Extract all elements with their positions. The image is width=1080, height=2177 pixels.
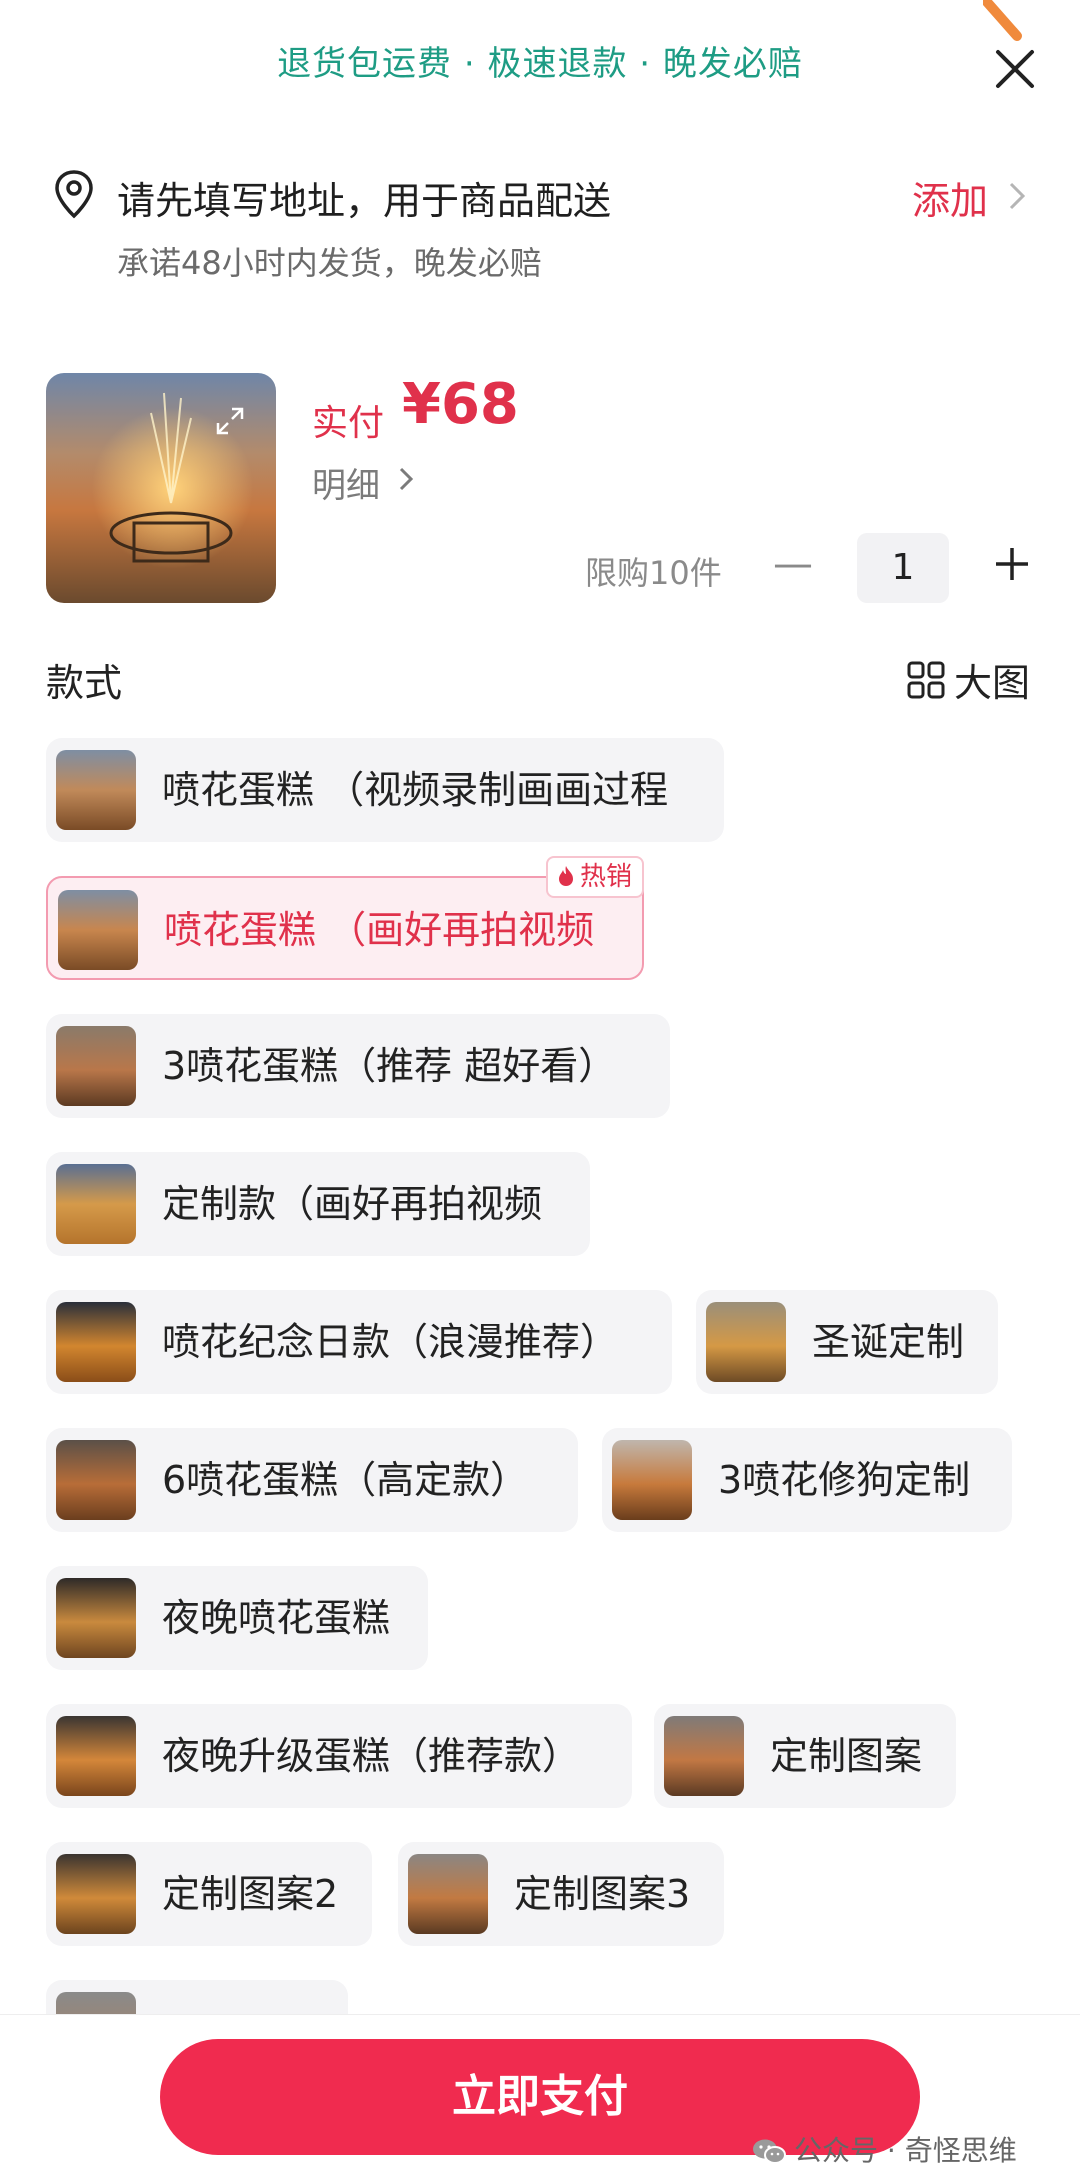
style-option[interactable]: 夜晚升级蛋糕（推荐款）: [46, 1704, 632, 1808]
style-option[interactable]: 定制图案: [654, 1704, 956, 1808]
style-option[interactable]: 定制图案2: [46, 1842, 372, 1946]
style-option-selected[interactable]: 喷花蛋糕 （画好再拍视频 热销: [46, 856, 644, 980]
option-thumbnail: [56, 1302, 136, 1382]
price-label: 实付: [312, 403, 385, 444]
option-thumbnail: [56, 750, 136, 830]
option-label: 3喷花蛋糕（推荐 超好看）: [162, 1044, 617, 1088]
wechat-icon: [753, 2139, 786, 2164]
option-thumbnail: [58, 890, 138, 970]
option-thumbnail: [56, 1440, 136, 1520]
option-thumbnail: [56, 1026, 136, 1106]
option-thumbnail: [56, 1164, 136, 1244]
hot-sale-badge: 热销: [545, 856, 644, 898]
option-label: 夜晚喷花蛋糕: [162, 1596, 391, 1640]
option-label: 6喷花蛋糕（高定款）: [162, 1458, 529, 1502]
product-summary: 实付 ¥68 明细 限购10件 — 1: [0, 370, 1080, 610]
quantity-value[interactable]: 1: [857, 533, 949, 603]
style-option[interactable]: 6喷花蛋糕（高定款）: [46, 1428, 578, 1532]
option-label: 3喷花修狗定制: [718, 1458, 971, 1502]
grid-icon[interactable]: [906, 660, 946, 700]
style-option[interactable]: 定制图案3: [398, 1842, 724, 1946]
hot-sale-label: 热销: [579, 862, 632, 892]
top-bar: 退货包运费 · 极速退款 · 晚发必赔: [0, 0, 1080, 135]
option-thumbnail: [706, 1302, 786, 1382]
option-label: 夜晚升级蛋糕（推荐款）: [162, 1734, 581, 1778]
close-icon[interactable]: [990, 44, 1040, 94]
add-address-button[interactable]: 添加: [912, 170, 988, 225]
location-pin-icon: [55, 170, 93, 219]
style-option[interactable]: 夜晚喷花蛋糕: [46, 1566, 428, 1670]
expand-icon[interactable]: [214, 405, 246, 437]
option-thumbnail: [56, 1716, 136, 1796]
chevron-right-icon: [399, 467, 414, 491]
option-label: 定制款（画好再拍视频: [162, 1182, 543, 1226]
style-option[interactable]: 3喷花蛋糕（推荐 超好看）: [46, 1014, 670, 1118]
option-label: 喷花蛋糕 （视频录制画画过程: [162, 768, 669, 812]
option-thumbnail: [664, 1716, 744, 1796]
option-thumbnail: [56, 1854, 136, 1934]
flame-icon: [558, 865, 573, 886]
watermark-text: 公众号 · 奇怪思维: [794, 2134, 1017, 2167]
address-row[interactable]: 请先填写地址，用于商品配送 承诺48小时内发货，晚发必赔 添加: [0, 160, 1080, 290]
option-label: 定制图案3: [514, 1872, 691, 1916]
option-thumbnail: [408, 1854, 488, 1934]
decrease-quantity-button[interactable]: —: [773, 540, 813, 588]
option-thumbnail: [612, 1440, 692, 1520]
purchase-limit: 限购10件: [585, 554, 722, 592]
chevron-right-icon: [1009, 182, 1026, 210]
address-prompt: 请先填写地址，用于商品配送: [117, 179, 612, 223]
style-label: 款式: [46, 661, 123, 705]
style-option[interactable]: 喷花纪念日款（浪漫推荐）: [46, 1290, 672, 1394]
option-label: 圣诞定制: [812, 1320, 965, 1364]
style-option[interactable]: 3喷花修狗定制: [602, 1428, 1012, 1532]
style-section-header: 款式 大图: [0, 648, 1080, 708]
service-promise: 退货包运费 · 极速退款 · 晚发必赔: [277, 44, 803, 84]
style-option[interactable]: 喷花蛋糕 （视频录制画画过程: [46, 738, 724, 842]
shipping-promise: 承诺48小时内发货，晚发必赔: [117, 244, 542, 282]
price-value: ¥68: [402, 372, 519, 437]
increase-quantity-button[interactable]: [990, 540, 1034, 588]
option-thumbnail: [56, 1578, 136, 1658]
annotation-mark: [983, 0, 1022, 41]
big-view-toggle[interactable]: 大图: [954, 652, 1030, 707]
watermark: 公众号 · 奇怪思维: [752, 2129, 1017, 2169]
style-option[interactable]: 圣诞定制: [696, 1290, 998, 1394]
style-option[interactable]: 定制款（画好再拍视频: [46, 1152, 590, 1256]
option-label: 定制图案: [770, 1734, 923, 1778]
price-detail-link[interactable]: 明细: [312, 458, 380, 507]
option-label: 喷花纪念日款（浪漫推荐）: [162, 1320, 619, 1364]
option-label: 定制图案2: [162, 1872, 339, 1916]
option-label: 喷花蛋糕 （画好再拍视频: [164, 908, 595, 952]
product-image[interactable]: [46, 373, 276, 603]
checkout-bar: 立即支付 公众号 · 奇怪思维: [0, 2014, 1080, 2177]
